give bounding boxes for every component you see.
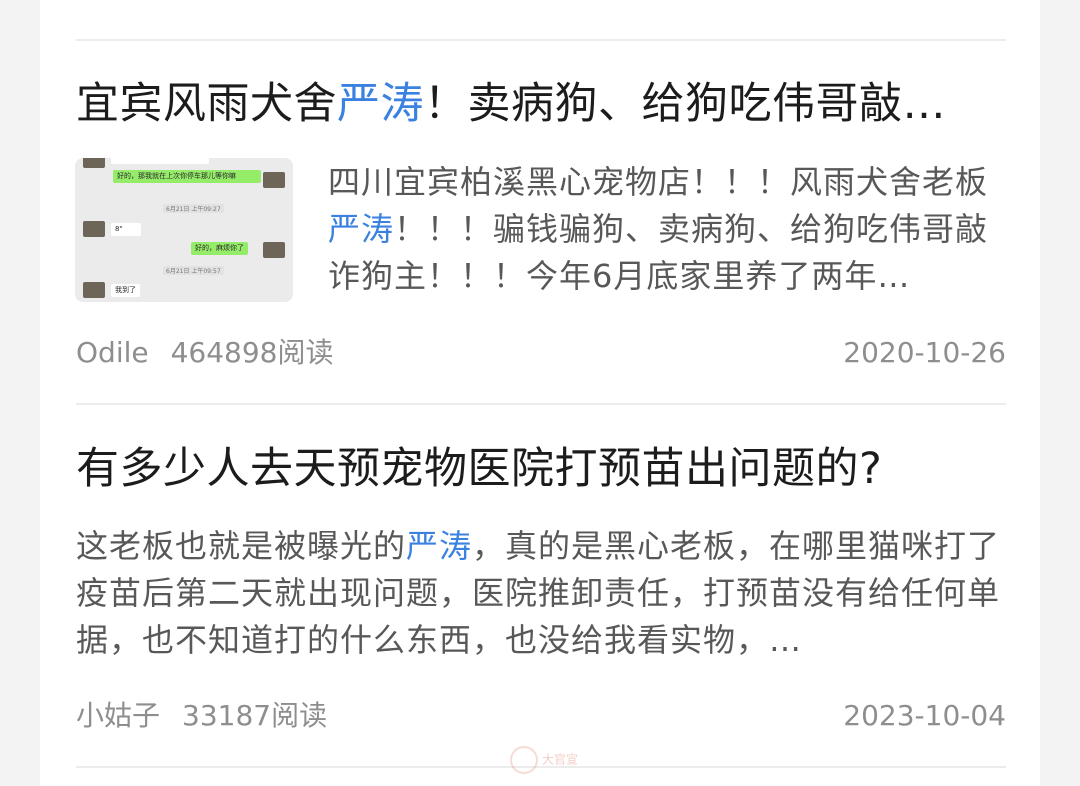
watermark-logo-icon [510,746,538,774]
chat-bubble [111,158,209,164]
keyword-highlight: 严涛 [328,210,395,248]
article-meta: 小姑子 33187阅读 2023-10-04 [76,698,1006,734]
article-title[interactable]: 有多少人去天预宠物医院打预苗出问题的? [76,441,1006,497]
chat-timestamp: 6月21日 上午09:57 [163,266,224,275]
avatar [83,221,105,237]
watermark: 大官宣 [510,746,578,774]
avatar [263,172,285,188]
publish-date: 2023-10-04 [843,699,1006,732]
article-thumbnail[interactable]: 好的，那我就在上次你停车那儿等你嘛 6月21日 上午09:27 8" 好的，麻烦… [75,158,293,302]
keyword-highlight: 严涛 [337,79,424,129]
avatar [83,282,105,298]
article-summary[interactable]: 这老板也就是被曝光的严涛，真的是黑心老板，在哪里猫咪打了疫苗后第二天就出现问题，… [76,523,1006,664]
article-title[interactable]: 宜宾风雨犬舍严涛！卖病狗、给狗吃伟哥敲… [76,76,1006,132]
chat-bubble: 好的，那我就在上次你停车那儿等你嘛 [113,170,261,183]
article-divider [76,403,1006,405]
view-count: 464898阅读 [170,336,334,369]
chat-timestamp: 6月21日 上午09:27 [163,204,224,213]
author-name[interactable]: Odile [76,336,149,369]
publish-date: 2020-10-26 [843,336,1006,369]
article-meta: Odile 464898阅读 2020-10-26 [76,335,1006,371]
article-feed: 宜宾风雨犬舍严涛！卖病狗、给狗吃伟哥敲… 好的，那我就在上次你停车那儿等你嘛 6… [40,0,1040,786]
avatar [263,242,285,258]
chat-bubble: 好的，麻烦你了 [191,242,248,255]
author-name[interactable]: 小姑子 [76,699,160,732]
view-count: 33187阅读 [182,699,328,732]
voice-message: 8" [111,223,141,236]
chat-bubble: 我到了 [111,284,140,297]
article-summary[interactable]: 四川宜宾柏溪黑心宠物店！！！风雨犬舍老板严涛！！！骗钱骗狗、卖病狗、给狗吃伟哥敲… [328,159,1006,300]
top-divider [76,39,1006,41]
avatar [83,158,105,168]
keyword-highlight: 严涛 [406,527,473,565]
